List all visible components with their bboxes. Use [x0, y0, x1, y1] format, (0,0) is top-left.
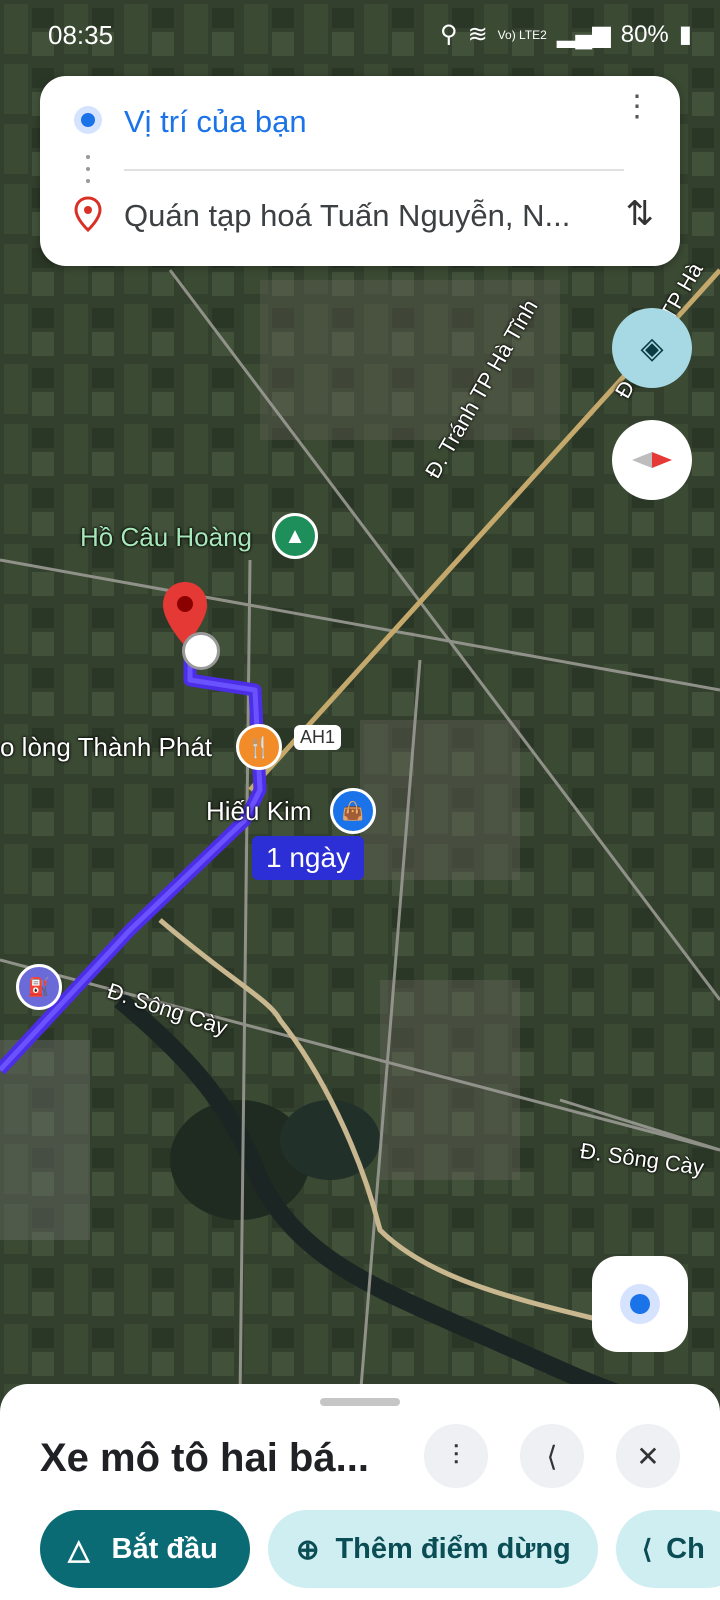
compass-icon — [632, 452, 672, 468]
duration-badge[interactable]: 1 ngày — [252, 836, 365, 880]
more-options-icon[interactable]: ⋮ — [622, 92, 652, 122]
close-icon: ✕ — [636, 1440, 660, 1472]
my-location-icon — [620, 1284, 660, 1324]
lake-marker-icon[interactable]: ▲ — [272, 513, 318, 559]
origin-field[interactable]: Vị trí của bạn — [124, 104, 307, 140]
map-label-shop[interactable]: Hiếu Kim — [206, 796, 311, 827]
sheet-drag-handle[interactable] — [320, 1398, 400, 1406]
start-button[interactable]: △ Bắt đầu — [40, 1510, 250, 1588]
add-stop-button-label: Thêm điểm dừng — [335, 1532, 571, 1565]
wifi-icon: ≋ — [467, 21, 488, 48]
layers-icon: ◈ — [640, 331, 664, 365]
share-button[interactable]: ⟨ — [520, 1424, 584, 1488]
sliders-icon: ⫶ — [452, 1439, 460, 1471]
share-route-icon: ⟨ — [642, 1533, 653, 1564]
map-label-lake[interactable]: Hồ Câu Hoàng — [80, 522, 252, 553]
share-route-button-label: Ch — [666, 1532, 705, 1565]
connector-dots-icon — [86, 155, 90, 183]
gas-station-marker-icon[interactable]: ⛽ — [16, 964, 62, 1010]
compass-button[interactable] — [612, 420, 692, 500]
my-location-button[interactable] — [592, 1256, 688, 1352]
bottom-sheet: Xe mô tô hai bá... ⫶ ⟨ ✕ △ Bắt đầu ⊕ Thê… — [0, 1384, 720, 1600]
status-time: 08:35 — [48, 20, 114, 50]
map-label-restaurant[interactable]: o lòng Thành Phát — [0, 732, 212, 763]
add-stop-icon: ⊕ — [296, 1533, 320, 1565]
close-button[interactable]: ✕ — [616, 1424, 680, 1488]
share-icon: ⟨ — [546, 1440, 558, 1472]
route-options-button[interactable]: ⫶ — [424, 1424, 488, 1488]
lte-indicator: Vo) LTE2 — [497, 27, 547, 42]
location-icon: ⚲ — [439, 21, 458, 48]
shop-marker-icon[interactable]: 👜 — [330, 788, 376, 834]
status-bar: 08:35 ⚲ ≋ Vo) LTE2 ▂▄▆ 80% ▮ — [0, 0, 720, 70]
start-button-label: Bắt đầu — [111, 1532, 218, 1565]
swap-icon[interactable]: ⇅ — [626, 194, 655, 234]
highway-shield: AH1 — [294, 725, 342, 750]
route-start-dot — [182, 632, 220, 670]
restaurant-marker-icon[interactable]: 🍴 — [236, 724, 282, 770]
layers-button[interactable]: ◈ — [612, 308, 692, 388]
destination-field[interactable]: Quán tạp hoá Tuấn Nguyễn, N... — [124, 198, 570, 234]
travel-mode-title: Xe mô tô hai bá... — [40, 1436, 369, 1480]
card-divider — [124, 169, 624, 171]
battery-icon: ▮ — [678, 21, 692, 48]
navigation-arrow-icon: △ — [68, 1533, 90, 1565]
signal-icon: ▂▄▆ — [556, 21, 611, 48]
add-stop-button[interactable]: ⊕ Thêm điểm dừng — [268, 1510, 598, 1588]
battery-level: 80% — [620, 20, 669, 48]
share-route-button[interactable]: ⟨ Ch — [616, 1510, 720, 1588]
destination-pin-small-icon — [74, 196, 102, 232]
origin-dot-icon — [74, 106, 102, 134]
directions-card: Vị trí của bạn ⋮ Quán tạp hoá Tuấn Nguyễ… — [40, 76, 680, 266]
